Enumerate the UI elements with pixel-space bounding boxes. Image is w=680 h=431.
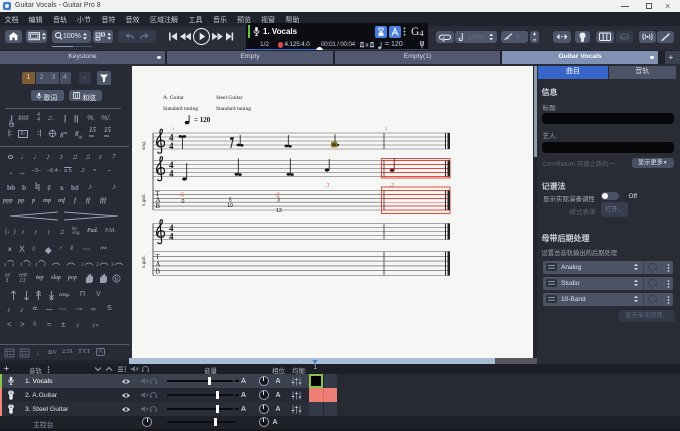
svg-text:4: 4 — [169, 141, 174, 151]
svg-text:T: T — [156, 254, 161, 261]
svg-text:x: x — [4, 262, 7, 268]
svg-text:3: 3 — [95, 262, 99, 268]
svg-text:0: 0 — [182, 199, 185, 205]
svg-text:-7: -7 — [325, 184, 330, 190]
svg-text:-5: -5 — [180, 192, 185, 198]
svg-text:4: 4 — [169, 169, 174, 179]
svg-text:2: 2 — [385, 126, 388, 131]
svg-text:x: x — [11, 262, 15, 268]
svg-text:13: 13 — [276, 208, 282, 214]
svg-text:3: 3 — [42, 262, 46, 268]
svg-text:3: 3 — [27, 262, 31, 268]
svg-text:10: 10 — [227, 203, 233, 209]
svg-text:1: 1 — [35, 262, 38, 268]
svg-text:1: 1 — [20, 262, 23, 268]
svg-text:B: B — [156, 203, 161, 210]
svg-text:3: 3 — [80, 262, 84, 268]
svg-text:B: B — [156, 269, 161, 276]
svg-text:3: 3 — [110, 262, 114, 268]
svg-text:1: 1 — [172, 126, 175, 131]
svg-text:A: A — [156, 262, 161, 269]
svg-text:-2: -2 — [275, 192, 280, 198]
svg-text:4: 4 — [169, 232, 174, 242]
svg-text:-7: -7 — [390, 184, 395, 190]
